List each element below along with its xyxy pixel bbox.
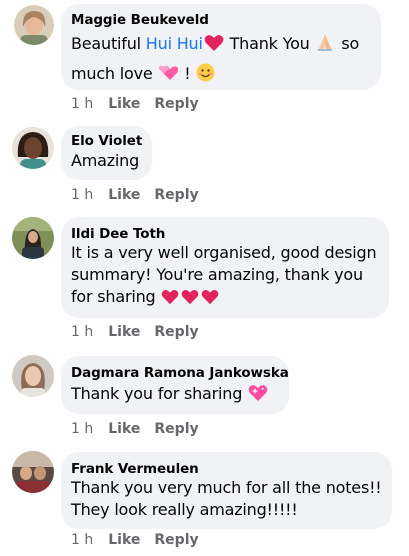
comment-text-part: ! xyxy=(184,64,191,83)
comment-actions: 1 h Like Reply xyxy=(71,96,213,112)
reply-button[interactable]: Reply xyxy=(154,324,198,340)
comment-text: Amazing xyxy=(71,151,140,170)
like-button[interactable]: Like xyxy=(108,421,140,437)
like-button[interactable]: Like xyxy=(108,532,140,548)
comment-author[interactable]: Ildi Dee Toth xyxy=(71,226,379,242)
smiling-face-icon xyxy=(196,63,215,90)
reply-button[interactable]: Reply xyxy=(154,532,198,548)
comment-actions: 1 h Like Reply xyxy=(71,532,213,548)
folded-hands-icon xyxy=(315,32,335,60)
mention-link[interactable]: Hui Hui xyxy=(146,34,203,53)
reply-button[interactable]: Reply xyxy=(154,187,198,203)
comment-text: Thank you very much for all the notes!! … xyxy=(71,477,382,521)
comment-text-line: for sharing xyxy=(71,286,379,311)
comment-actions: 1 h Like Reply xyxy=(71,187,213,203)
red-heart-icon xyxy=(204,33,224,60)
reply-button[interactable]: Reply xyxy=(154,96,198,112)
red-heart-icon xyxy=(201,289,219,311)
comment-bubble: Elo Violet Amazing xyxy=(61,126,152,180)
avatar[interactable] xyxy=(14,5,54,45)
comment-time[interactable]: 1 h xyxy=(71,532,93,548)
comment-time[interactable]: 1 h xyxy=(71,187,93,203)
two-pink-hearts-icon xyxy=(158,63,179,90)
comment-time[interactable]: 1 h xyxy=(71,421,93,437)
comment-bubble: Maggie Beukeveld Beautiful Hui Hui Thank… xyxy=(61,4,381,90)
comment-text: Thank you for sharing xyxy=(71,382,279,409)
comment-text-part: much love xyxy=(71,64,158,83)
sparkling-heart-icon xyxy=(248,384,268,409)
comment-text-part: Thank You xyxy=(224,34,315,53)
comment-author[interactable]: Elo Violet xyxy=(71,133,142,149)
like-button[interactable]: Like xyxy=(108,324,140,340)
comment-author[interactable]: Frank Vermeulen xyxy=(71,461,382,477)
comment-bubble: Frank Vermeulen Thank you very much for … xyxy=(61,452,392,529)
comment-text: Beautiful Hui Hui Thank You so much love… xyxy=(71,30,371,90)
comment-text-part: so xyxy=(336,34,360,53)
comment-text-part: for sharing xyxy=(71,287,156,306)
comment-text-line: summary! You're amazing, thank you xyxy=(71,265,363,284)
comment-author[interactable]: Dagmara Ramona Jankowska xyxy=(71,365,289,381)
comment-text-line: Thank you very much for all the notes!! xyxy=(71,478,382,497)
comment-bubble: Ildi Dee Toth It is a very well organise… xyxy=(61,217,389,318)
like-button[interactable]: Like xyxy=(108,96,140,112)
avatar[interactable] xyxy=(12,355,54,397)
comment-text-line: They look really amazing!!!!! xyxy=(71,500,298,519)
comment-actions: 1 h Like Reply xyxy=(71,421,213,437)
comment-time[interactable]: 1 h xyxy=(71,96,93,112)
comment-bubble: Dagmara Ramona Jankowska Thank you for s… xyxy=(61,356,289,414)
comment-actions: 1 h Like Reply xyxy=(71,324,213,340)
comment-time[interactable]: 1 h xyxy=(71,324,93,340)
avatar[interactable] xyxy=(12,127,54,169)
comment-author[interactable]: Maggie Beukeveld xyxy=(71,12,371,28)
comment-text-part: Thank you for sharing xyxy=(71,384,243,403)
comment-text-part: Beautiful xyxy=(71,34,146,53)
comment-text-line: It is a very well organised, good design xyxy=(71,243,377,262)
comment-text: It is a very well organised, good design… xyxy=(71,242,379,311)
reply-button[interactable]: Reply xyxy=(154,421,198,437)
like-button[interactable]: Like xyxy=(108,187,140,203)
avatar[interactable] xyxy=(12,451,54,493)
red-heart-icon xyxy=(181,289,199,311)
avatar[interactable] xyxy=(12,217,54,259)
red-heart-icon xyxy=(161,289,179,311)
